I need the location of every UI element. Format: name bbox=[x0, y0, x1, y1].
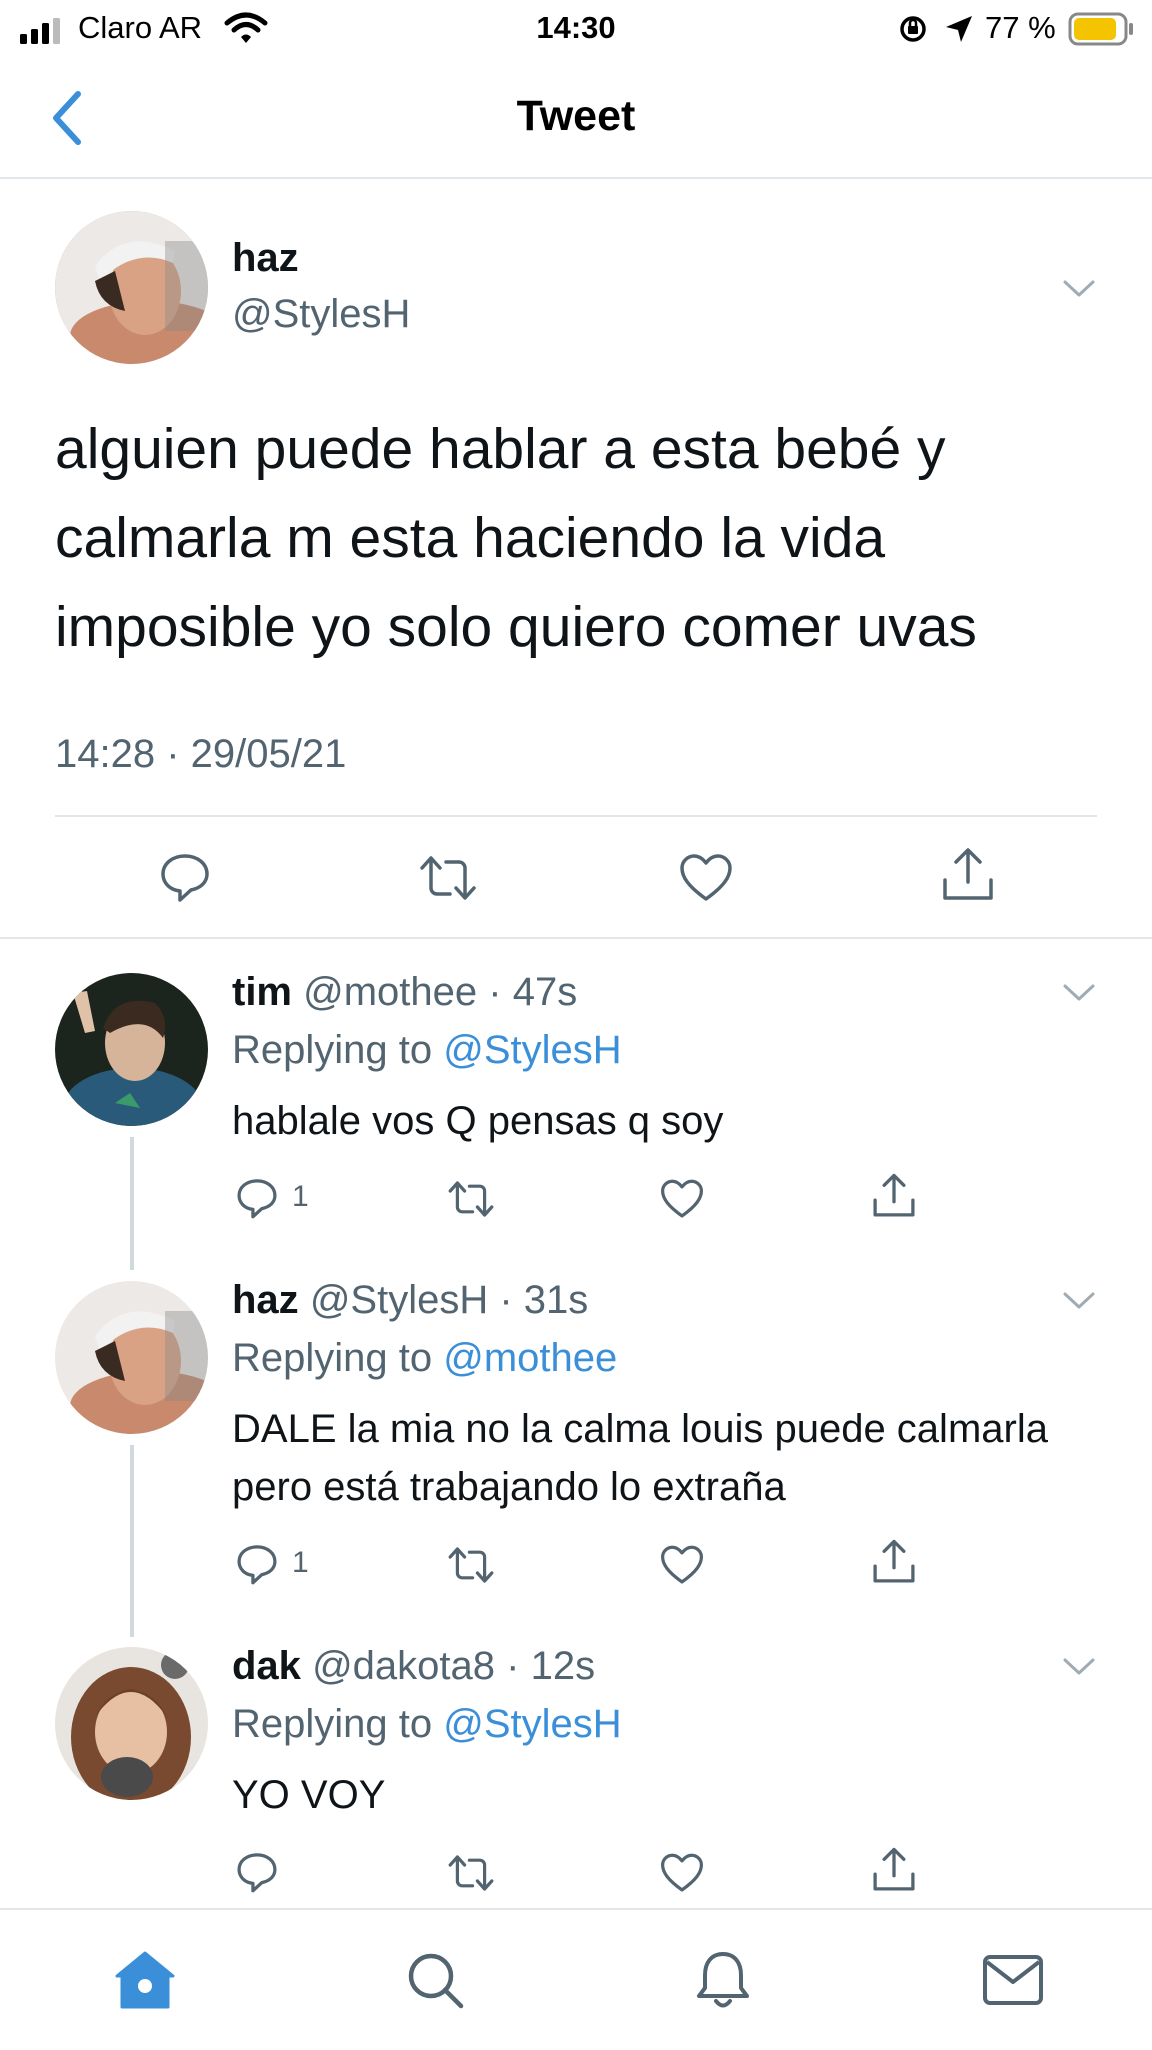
share-icon[interactable] bbox=[871, 1538, 917, 1586]
thread-connector bbox=[130, 1137, 134, 1270]
thread-connector bbox=[130, 1445, 134, 1637]
battery-percent: 77 % bbox=[985, 10, 1056, 45]
clock: 14:30 bbox=[536, 10, 616, 45]
retweet-icon[interactable] bbox=[447, 1544, 495, 1586]
share-icon[interactable] bbox=[871, 1172, 917, 1220]
location-icon bbox=[946, 16, 972, 42]
reply-author-name[interactable]: tim bbox=[232, 970, 292, 1014]
avatar[interactable] bbox=[55, 1281, 208, 1434]
reply-text: YO VOY bbox=[232, 1773, 386, 1817]
reply-author-handle[interactable]: @mothee bbox=[303, 970, 477, 1014]
reply-icon[interactable] bbox=[235, 1850, 279, 1894]
reply-time: · 47s bbox=[488, 970, 578, 1014]
replying-to-label: Replying to bbox=[232, 1702, 433, 1746]
reply-icon[interactable] bbox=[235, 1542, 279, 1586]
retweet-icon[interactable] bbox=[418, 852, 478, 904]
battery-icon bbox=[1068, 12, 1133, 46]
orientation-lock-icon bbox=[900, 16, 926, 42]
replying-to-label: Replying to bbox=[232, 1028, 433, 1072]
replying-to-mention[interactable]: @StylesH bbox=[443, 1702, 621, 1746]
messages-icon[interactable] bbox=[982, 1954, 1044, 2006]
replying-to-mention[interactable]: @mothee bbox=[443, 1336, 617, 1380]
chevron-down-icon[interactable] bbox=[1062, 1290, 1096, 1312]
reply-author-handle[interactable]: @dakota8 bbox=[312, 1644, 495, 1688]
nav-bar: Tweet bbox=[0, 62, 1152, 179]
divider bbox=[55, 815, 1097, 817]
divider bbox=[0, 937, 1152, 939]
like-icon[interactable] bbox=[659, 1852, 705, 1894]
reply-author-handle[interactable]: @StylesH bbox=[310, 1278, 488, 1322]
tab-bar bbox=[0, 1908, 1152, 2050]
reply-count: 1 bbox=[292, 1546, 309, 1579]
avatar[interactable] bbox=[55, 1647, 208, 1800]
reply-text: hablale vos Q pensas q soy bbox=[232, 1099, 724, 1143]
reply-time: · 12s bbox=[506, 1644, 596, 1688]
avatar[interactable] bbox=[55, 973, 208, 1126]
reply-author-name[interactable]: dak bbox=[232, 1644, 301, 1688]
like-icon[interactable] bbox=[678, 852, 734, 904]
author-name[interactable]: haz bbox=[232, 236, 299, 281]
chevron-down-icon[interactable] bbox=[1062, 982, 1096, 1004]
reply-header: tim @mothee · 47s bbox=[232, 970, 577, 1015]
like-icon[interactable] bbox=[659, 1544, 705, 1586]
share-icon[interactable] bbox=[940, 846, 996, 904]
reply-author-name[interactable]: haz bbox=[232, 1278, 299, 1322]
chevron-down-icon[interactable] bbox=[1062, 278, 1096, 300]
share-icon[interactable] bbox=[871, 1846, 917, 1894]
reply-header: haz @StylesH · 31s bbox=[232, 1278, 588, 1323]
tweet-text: alguien puede hablar a esta bebé y calma… bbox=[55, 417, 977, 659]
tweet-timestamp: 14:28 · 29/05/21 bbox=[55, 732, 347, 776]
replying-to-line: Replying to @StylesH bbox=[232, 1028, 622, 1073]
replying-to-label: Replying to bbox=[232, 1336, 433, 1380]
author-handle[interactable]: @StylesH bbox=[232, 292, 410, 337]
notifications-icon[interactable] bbox=[694, 1948, 752, 2012]
replying-to-mention[interactable]: @StylesH bbox=[443, 1028, 621, 1072]
status-bar: Claro AR 14:30 77 % bbox=[0, 0, 1152, 58]
retweet-icon[interactable] bbox=[447, 1178, 495, 1220]
replying-to-line: Replying to @StylesH bbox=[232, 1702, 622, 1747]
reply-text: DALE la mia no la calma louis puede calm… bbox=[232, 1407, 1048, 1509]
reply-icon[interactable] bbox=[158, 850, 212, 904]
retweet-icon[interactable] bbox=[447, 1852, 495, 1894]
home-icon[interactable] bbox=[114, 1950, 176, 2010]
page-title: Tweet bbox=[516, 92, 636, 140]
avatar[interactable] bbox=[55, 211, 208, 364]
reply-time: · 31s bbox=[499, 1278, 589, 1322]
reply-header: dak @dakota8 · 12s bbox=[232, 1644, 595, 1689]
reply-icon[interactable] bbox=[235, 1176, 279, 1220]
reply-count: 1 bbox=[292, 1180, 309, 1213]
search-icon[interactable] bbox=[405, 1950, 465, 2010]
like-icon[interactable] bbox=[659, 1178, 705, 1220]
replying-to-line: Replying to @mothee bbox=[232, 1336, 617, 1381]
chevron-down-icon[interactable] bbox=[1062, 1656, 1096, 1678]
